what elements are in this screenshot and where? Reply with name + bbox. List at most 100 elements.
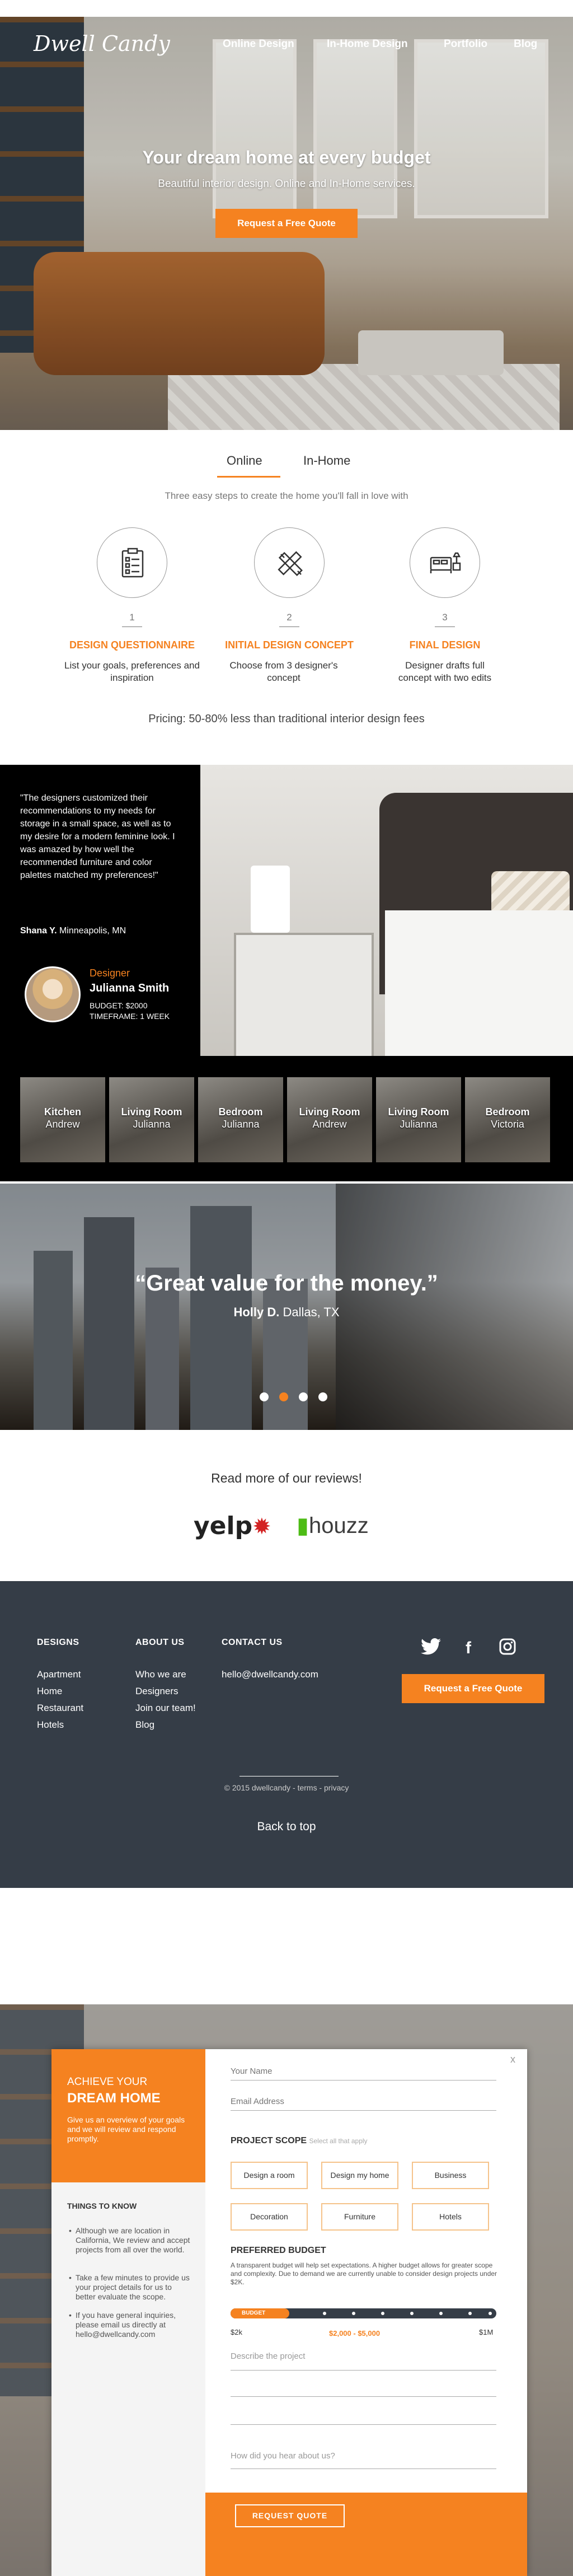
footer-link-join-team[interactable]: Join our team! (135, 1703, 196, 1714)
back-to-top-link[interactable]: Back to top (0, 1820, 573, 1834)
tab-online[interactable]: Online (227, 454, 262, 468)
slider-min-label: $2k (231, 2328, 242, 2336)
testimonial-author-place: Minneapolis, MN (59, 926, 126, 936)
city-quote: “Great value for the money.” (135, 1271, 438, 1296)
step-3-title: FINAL DESIGN (409, 639, 481, 651)
step-3-desc: Designer drafts full concept with two ed… (398, 660, 492, 683)
testimonial-quote: "The designers customized their recommen… (20, 793, 175, 880)
slider-tick[interactable] (352, 2312, 355, 2315)
portfolio-thumb[interactable]: Kitchen Andrew (20, 1077, 105, 1162)
thumb-room: Bedroom (218, 1106, 263, 1118)
slider-tick[interactable] (468, 2312, 472, 2315)
houzz-logo[interactable]: ▮houzz (297, 1513, 369, 1539)
twitter-icon[interactable] (421, 1638, 441, 1656)
things-to-know-heading: THINGS TO KNOW (67, 2201, 137, 2210)
close-icon[interactable]: x (510, 2054, 515, 2065)
scope-hotels[interactable]: Hotels (412, 2203, 489, 2231)
carousel-dot-active[interactable] (279, 1392, 288, 1401)
footer (0, 1581, 573, 1888)
carousel-dot[interactable] (260, 1392, 269, 1401)
footer-link-restaurant[interactable]: Restaurant (37, 1703, 83, 1714)
things-to-know-item: Although we are location in California, … (69, 2226, 193, 2255)
thumb-room: Living Room (388, 1106, 449, 1118)
step-3-number: 3 (442, 612, 448, 623)
portfolio-thumb[interactable]: Living Room Andrew (287, 1077, 372, 1162)
email-field[interactable] (231, 2093, 496, 2111)
footer-link-who-we-are[interactable]: Who we are (135, 1669, 186, 1680)
describe-project-line[interactable] (231, 2396, 496, 2397)
city-quote-author-place: Dallas, TX (283, 1305, 340, 1319)
footer-about-heading: ABOUT US (135, 1638, 185, 1647)
nav-blog[interactable]: Blog (514, 38, 537, 50)
avatar (25, 966, 81, 1022)
step-2-number: 2 (286, 612, 292, 623)
bedroom-photo (200, 765, 573, 1056)
slider-tick[interactable] (323, 2312, 326, 2315)
slider-tick[interactable] (439, 2312, 443, 2315)
scope-design-home[interactable]: Design my home (321, 2162, 398, 2189)
steps-lead: Three easy steps to create the home you'… (165, 490, 408, 501)
reviews-title: Read more of our reviews! (211, 1471, 362, 1485)
name-field[interactable] (231, 2063, 496, 2081)
testimonial-author: Shana Y. Minneapolis, MN (20, 926, 126, 936)
slider-max-label: $1M (479, 2328, 494, 2336)
request-quote-button[interactable]: REQUEST QUOTE (235, 2504, 345, 2527)
describe-project-line[interactable] (231, 2424, 496, 2425)
designer-name: Julianna Smith (90, 982, 170, 994)
footer-link-home[interactable]: Home (37, 1686, 62, 1697)
footer-link-hotels[interactable]: Hotels (37, 1719, 64, 1731)
houzz-mark-icon: ▮ (297, 1513, 309, 1538)
scope-design-room[interactable]: Design a room (231, 2162, 308, 2189)
nav-online-design[interactable]: Online Design (223, 38, 294, 50)
thumb-room: Bedroom (485, 1106, 530, 1118)
step-1-desc: List your goals, preferences and inspira… (64, 660, 200, 683)
scope-furniture[interactable]: Furniture (321, 2203, 398, 2231)
thumb-room: Kitchen (44, 1106, 81, 1118)
footer-link-designers[interactable]: Designers (135, 1686, 179, 1697)
thumb-designer: Andrew (45, 1119, 80, 1130)
portfolio-thumb[interactable]: Bedroom Julianna (198, 1077, 283, 1162)
city-quote-author-name: Holly D. (233, 1305, 280, 1319)
modal-kicker: ACHIEVE YOUR (67, 2076, 148, 2088)
tab-in-home[interactable]: In-Home (303, 454, 350, 468)
footer-email-link[interactable]: hello@dwellcandy.com (222, 1669, 318, 1680)
footer-contact-heading: CONTACT US (222, 1638, 283, 1647)
project-scope-header: PROJECT SCOPE Select all that apply (231, 2136, 368, 2146)
project-scope-hint: Select all that apply (309, 2137, 368, 2145)
thumb-room: Living Room (299, 1106, 360, 1118)
logo[interactable]: Dwell Candy (34, 31, 170, 56)
modal-intro: Give us an overview of your goals and we… (67, 2115, 185, 2143)
carousel-dot[interactable] (318, 1392, 327, 1401)
footer-copyright[interactable]: © 2015 dwellcandy - terms - privacy (0, 1783, 573, 1792)
yelp-wordmark: yelp (194, 1512, 253, 1540)
instagram-icon[interactable] (499, 1638, 516, 1655)
nav-in-home-design[interactable]: In-Home Design (327, 38, 408, 50)
footer-quote-button[interactable]: Request a Free Quote (402, 1674, 544, 1703)
slider-tick[interactable] (489, 2312, 492, 2315)
hero-quote-button[interactable]: Request a Free Quote (215, 209, 358, 238)
project-scope-label: PROJECT SCOPE (231, 2136, 307, 2145)
footer-designs-heading: DESIGNS (37, 1638, 79, 1647)
scope-business[interactable]: Business (412, 2162, 489, 2189)
footer-link-apartment[interactable]: Apartment (37, 1669, 81, 1680)
carousel-dot[interactable] (299, 1392, 308, 1401)
footer-link-blog[interactable]: Blog (135, 1719, 154, 1731)
portfolio-thumb[interactable]: Bedroom Victoria (465, 1077, 550, 1162)
portfolio-thumb[interactable]: Living Room Julianna (109, 1077, 194, 1162)
thumb-room: Living Room (121, 1106, 182, 1118)
yelp-logo[interactable]: yelp✹ (194, 1512, 271, 1540)
slider-tick[interactable] (381, 2312, 384, 2315)
yelp-burst-icon: ✹ (252, 1514, 271, 1540)
budget-label: PREFERRED BUDGET (231, 2246, 326, 2255)
pencil-ruler-icon (278, 551, 303, 576)
facebook-icon[interactable]: f (466, 1639, 471, 1658)
scope-decoration[interactable]: Decoration (231, 2203, 308, 2231)
budget-slider-label: BUDGET (242, 2310, 266, 2316)
slider-value: $2,000 - $5,000 (329, 2329, 381, 2337)
slider-tick[interactable] (410, 2312, 414, 2315)
nav-portfolio[interactable]: Portfolio (444, 38, 487, 50)
designer-timeframe: TIMEFRAME: 1 WEEK (90, 1012, 170, 1021)
city-quote-author: Holly D. Dallas, TX (0, 1305, 573, 1320)
portfolio-thumb[interactable]: Living Room Julianna (376, 1077, 461, 1162)
describe-project-field[interactable] (231, 2370, 496, 2371)
